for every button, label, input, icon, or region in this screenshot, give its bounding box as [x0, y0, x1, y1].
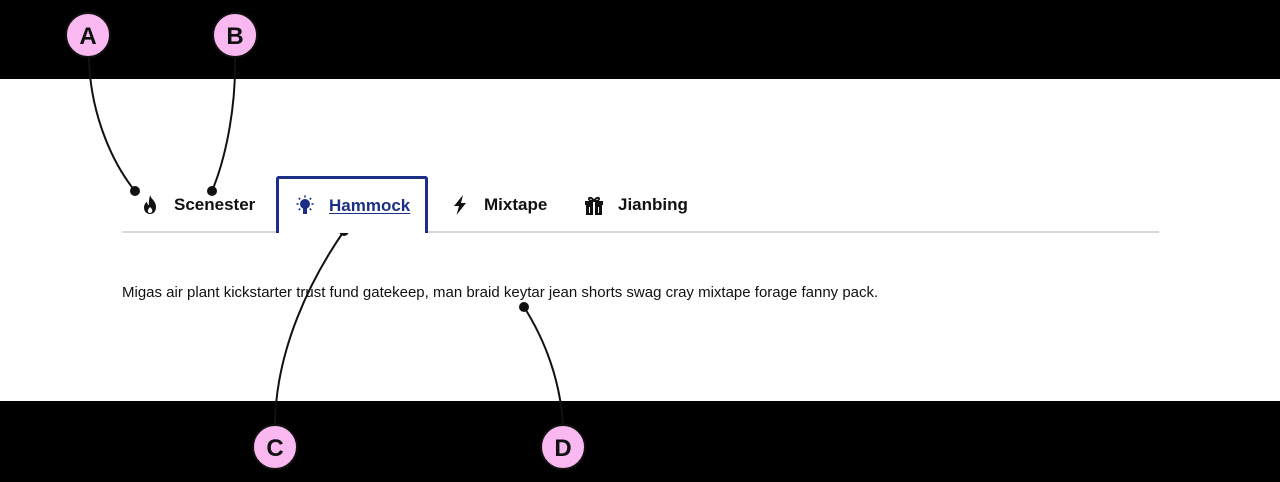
tab-mixtape-label: Mixtape	[484, 194, 548, 214]
callout-c-label: C	[266, 435, 283, 462]
gift-icon	[582, 193, 606, 217]
tab-mixtape[interactable]: Mixtape	[448, 176, 547, 233]
tab-scenester-label: Scenester	[174, 194, 256, 214]
lightbulb-icon	[293, 194, 317, 218]
callout-b-label: B	[226, 23, 243, 50]
tab-list: Scenester Hammock Mixtape Jianbing	[122, 176, 1159, 233]
tab-scenester[interactable]: Scenester	[138, 176, 255, 233]
lightning-bolt-icon	[448, 193, 472, 217]
tab-hammock-label: Hammock	[329, 196, 411, 215]
callout-a-label: A	[79, 23, 96, 50]
tab-hammock[interactable]: Hammock	[276, 176, 428, 233]
callout-d-label: D	[554, 435, 571, 462]
tab-panel-text: Migas air plant kickstarter trust fund g…	[122, 284, 879, 301]
content-panel	[0, 79, 1280, 401]
stage: Scenester Hammock Mixtape Jianbing Migas…	[0, 0, 1280, 482]
tab-jianbing[interactable]: Jianbing	[582, 176, 688, 233]
flame-icon	[138, 193, 162, 217]
tab-jianbing-label: Jianbing	[618, 194, 688, 214]
